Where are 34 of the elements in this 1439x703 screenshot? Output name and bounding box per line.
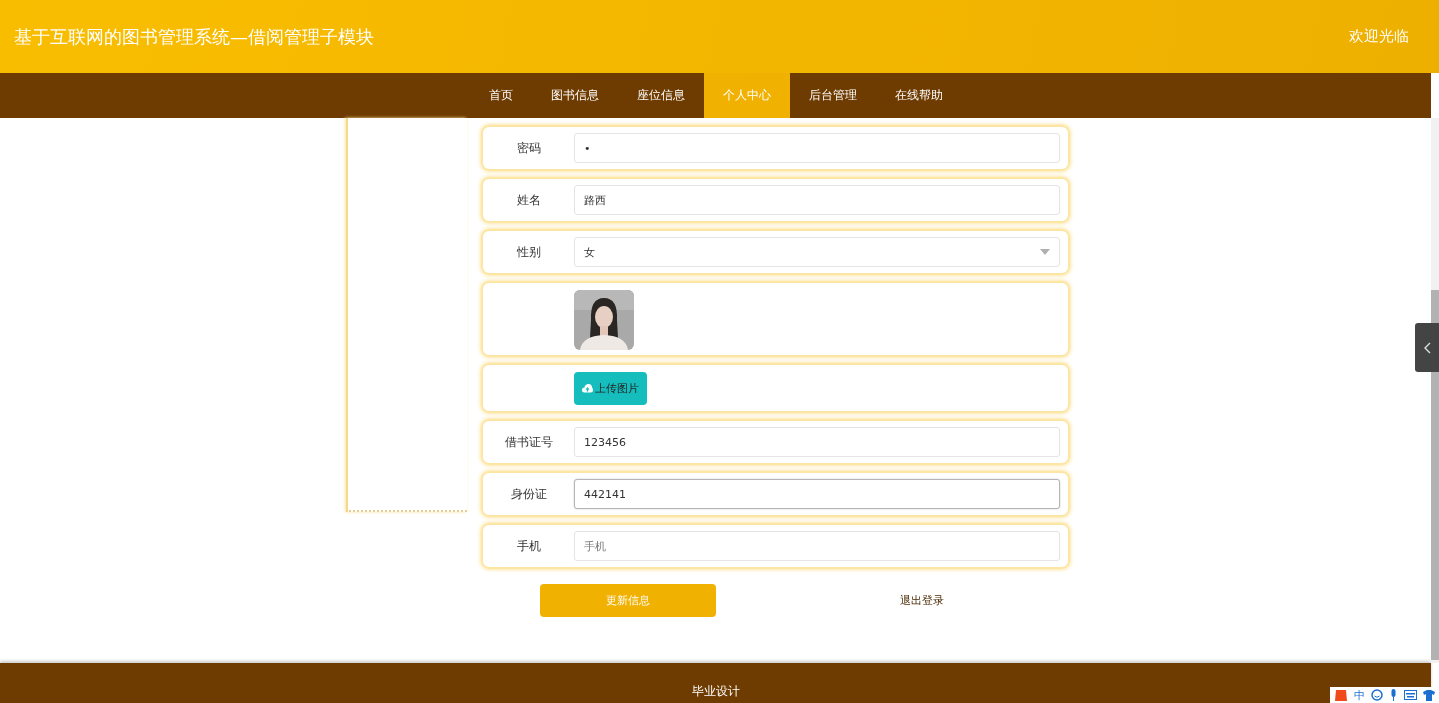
logout-link[interactable]: 退出登录 bbox=[900, 593, 944, 608]
site-title: 基于互联网的图书管理系统—借阅管理子模块 bbox=[14, 24, 374, 49]
welcome-text: 欢迎光临 bbox=[1349, 27, 1409, 46]
input-field[interactable]: • bbox=[574, 133, 1060, 163]
side-toggle-button[interactable] bbox=[1415, 323, 1439, 372]
scrollbar[interactable] bbox=[1431, 118, 1439, 663]
nav-tab[interactable]: 在线帮助 bbox=[875, 73, 962, 118]
field-label: 姓名 bbox=[515, 191, 542, 209]
input-field[interactable]: 手机 bbox=[574, 531, 1060, 561]
input-field[interactable]: 442141 bbox=[574, 479, 1060, 509]
ime-mode-text[interactable]: 中 bbox=[1354, 687, 1365, 703]
upload-button[interactable]: 上传图片 bbox=[574, 371, 647, 405]
ime-logo-icon[interactable] bbox=[1334, 688, 1348, 702]
nav-tab[interactable]: 首页 bbox=[469, 73, 532, 118]
select-value: 女 bbox=[584, 244, 595, 260]
nav-tab[interactable]: 座位信息 bbox=[617, 73, 704, 118]
field-label: 手机 bbox=[515, 537, 542, 555]
caret-icon bbox=[1040, 249, 1050, 255]
field-label: 性别 bbox=[515, 243, 542, 261]
cloud-upload-icon bbox=[582, 383, 593, 393]
keyboard-icon[interactable] bbox=[1404, 690, 1417, 700]
smiley-icon[interactable] bbox=[1371, 689, 1383, 701]
field-label: 借书证号 bbox=[503, 433, 554, 451]
nav-tab[interactable]: 图书信息 bbox=[531, 73, 618, 118]
chevron-left-icon bbox=[1423, 341, 1431, 354]
footer-text: 毕业设计 bbox=[691, 683, 740, 700]
input-field[interactable]: 路西 bbox=[574, 185, 1060, 215]
field-label: 身份证 bbox=[509, 485, 548, 503]
shirt-icon[interactable] bbox=[1423, 689, 1435, 701]
nav-tab[interactable]: 后台管理 bbox=[789, 73, 876, 118]
microphone-icon[interactable] bbox=[1389, 689, 1398, 701]
field-label: 密码 bbox=[515, 139, 542, 157]
input-field[interactable]: 123456 bbox=[574, 427, 1060, 457]
gender-select[interactable]: 女 bbox=[574, 237, 1060, 267]
